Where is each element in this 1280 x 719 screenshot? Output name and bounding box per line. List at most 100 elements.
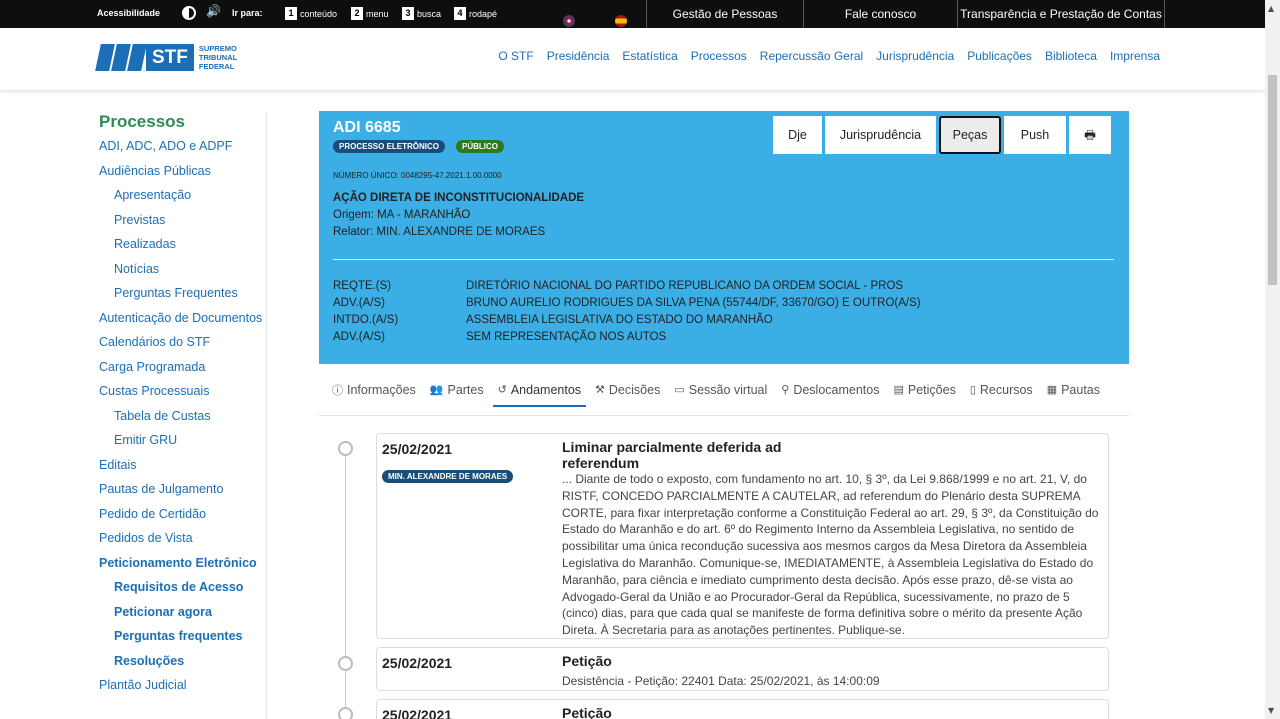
go-to-label: Ir para: [232,8,263,18]
page-scrollbar[interactable]: ▲ ▼ [1265,0,1280,719]
topbar-link-fale[interactable]: Fale conosco [803,0,957,28]
andamentos-timeline: 25/02/2021 MIN. ALEXANDRE DE MORAES Limi… [319,416,1129,719]
timeline-line [345,446,346,719]
logo-stf-text: STF [146,44,194,71]
timeline-dot [338,707,353,719]
nav-repercussao-geral[interactable]: Repercussão Geral [760,49,863,63]
process-origin: Origem: MA - MARANHÃO [333,209,471,221]
andamento-text: ... Diante de todo o exposto, com fundam… [562,472,1099,638]
andamento-entry: 25/02/2021 Petição Desistência - Petição… [376,647,1109,691]
scroll-up-icon[interactable]: ▲ [1268,4,1274,13]
andamento-entry: 25/02/2021 MIN. ALEXANDRE DE MORAES Limi… [376,433,1109,639]
andamento-date: 25/02/2021 [382,655,453,671]
sidebar-item[interactable]: Apresentação [99,187,266,204]
jurisprudencia-button[interactable]: Jurisprudência [825,116,936,154]
tab-partes[interactable]: 👥 Partes [423,364,491,416]
sidebar-item[interactable]: Plantão Judicial [99,677,266,694]
sidebar-item[interactable]: Notícias [99,261,266,278]
andamento-entry: 25/02/2021 Petição [376,699,1109,719]
pecas-button[interactable]: Peças [939,116,1001,154]
sidebar-item[interactable]: Pautas de Julgamento [99,481,266,498]
process-class: AÇÃO DIRETA DE INCONSTITUCIONALIDADE [333,192,585,204]
sidebar-item[interactable]: Pedido de Certidão [99,506,266,523]
andamento-title: Petição [562,653,612,669]
process-tabs: ⓘ Informações 👥 Partes ↺ Andamentos ⚒ Decisõ… [319,364,1129,416]
accessibility-link[interactable]: Acessibilidade [97,8,160,18]
sidebar-item[interactable]: Requisitos de Acesso [99,579,266,596]
sidebar: Processos ADI, ADC, ADO e ADPF Audiências… [99,112,267,719]
nav-o-stf[interactable]: O STF [498,49,533,63]
sidebar-item[interactable]: Custas Processuais [99,383,266,400]
sidebar-item[interactable]: Calendários do STF [99,334,266,351]
tab-deslocamentos[interactable]: ⚲ Deslocamentos [774,364,886,416]
nav-estatistica[interactable]: Estatística [622,49,677,63]
sidebar-item[interactable]: Peticionamento Eletrônico [99,555,266,572]
main-nav: O STF Presidência Estatística Processos … [498,49,1160,63]
push-button[interactable]: Push [1004,116,1066,154]
topbar-link-transparencia[interactable]: Transparência e Prestação de Contas [957,0,1165,28]
spanish-flag-icon[interactable] [615,15,627,27]
file-pdf-icon: ▤ [893,384,904,396]
scroll-thumb[interactable] [1268,75,1277,285]
public-badge: PÚBLICO [456,140,504,153]
english-flag-icon[interactable] [563,15,575,27]
sidebar-item[interactable]: Perguntas frequentes [99,628,266,645]
nav-publicacoes[interactable]: Publicações [967,49,1032,63]
card-divider [333,259,1114,260]
skip-link-search[interactable]: 3 busca [402,7,441,20]
tab-pautas[interactable]: ▦ Pautas [1040,364,1107,416]
timeline-dot [338,656,353,671]
process-header-card: ADI 6685 PROCESSO ELETRÔNICO PÚBLICO NÚM… [319,111,1129,364]
sidebar-item[interactable]: Tabela de Custas [99,408,266,425]
party-row: ADV.(A/S) BRUNO AURELIO RODRIGUES DA SILV… [333,297,921,309]
site-header: STF SUPREMO TRIBUNAL FEDERAL O STF Presi… [0,28,1265,91]
sidebar-item[interactable]: Emitir GRU [99,432,266,449]
calendar-icon: ▦ [1046,384,1058,396]
dje-button[interactable]: Dje [773,116,822,154]
sidebar-item[interactable]: Previstas [99,212,266,229]
sidebar-title: Processos [99,112,185,131]
tab-andamentos[interactable]: ↺ Andamentos [491,364,588,416]
history-icon: ↺ [497,384,507,396]
sidebar-item[interactable]: Editais [99,457,266,474]
andamento-date: 25/02/2021 [382,707,453,719]
stf-logo[interactable]: STF SUPREMO TRIBUNAL FEDERAL [95,44,237,71]
tab-sessao-virtual[interactable]: ▭ Sessão virtual [667,364,774,416]
tab-informacoes[interactable]: ⓘ Informações [325,364,423,416]
nav-presidencia[interactable]: Presidência [547,49,610,63]
sidebar-item[interactable]: Perguntas Frequentes [99,285,266,302]
sidebar-item[interactable]: Audiências Públicas [99,163,266,180]
tab-recursos[interactable]: ▯ Recursos [963,364,1040,416]
sidebar-item[interactable]: Resoluções [99,653,266,670]
top-bar: Acessibilidade 🔊 Ir para: 1 conteúdo 2 men… [0,0,1265,28]
sidebar-item[interactable]: Autenticação de Documentos [99,310,266,327]
electronic-process-badge: PROCESSO ELETRÔNICO [333,140,446,153]
scroll-down-icon[interactable]: ▼ [1268,706,1274,715]
nav-imprensa[interactable]: Imprensa [1110,49,1160,63]
nav-jurisprudencia[interactable]: Jurisprudência [876,49,954,63]
skip-link-menu[interactable]: 2 menu [351,7,389,20]
timeline-dot [338,441,353,456]
sidebar-item[interactable]: Peticionar agora [99,604,266,621]
monitor-icon: ▭ [674,384,685,396]
nav-biblioteca[interactable]: Biblioteca [1045,49,1097,63]
nav-processos[interactable]: Processos [691,49,747,63]
map-marker-icon: ⚲ [781,384,790,396]
parties-list: REQTE.(S) DIRETÓRIO NACIONAL DO PARTIDO R… [333,280,921,348]
andamento-text: Desistência - Petição: 22401 Data: 25/02… [562,674,880,688]
topbar-link-gestao[interactable]: Gestão de Pessoas [646,0,803,28]
sidebar-item[interactable]: Carga Programada [99,359,266,376]
print-button[interactable]: 🖶 [1069,116,1111,154]
process-title: ADI 6685 [333,119,401,136]
skip-link-content[interactable]: 1 conteúdo [285,7,337,20]
speaker-icon[interactable]: 🔊 [206,4,221,18]
tab-decisoes[interactable]: ⚒ Decisões [588,364,667,416]
sidebar-item[interactable]: Realizadas [99,236,266,253]
tab-peticoes[interactable]: ▤ Petições [886,364,962,416]
skip-link-footer[interactable]: 4 rodapé [454,7,497,20]
sidebar-item[interactable]: ADI, ADC, ADO e ADPF [99,138,266,155]
users-icon: 👥 [429,384,444,396]
party-row: REQTE.(S) DIRETÓRIO NACIONAL DO PARTIDO R… [333,280,904,292]
sidebar-item[interactable]: Pedidos de Vista [99,530,266,547]
contrast-icon[interactable] [182,6,196,20]
